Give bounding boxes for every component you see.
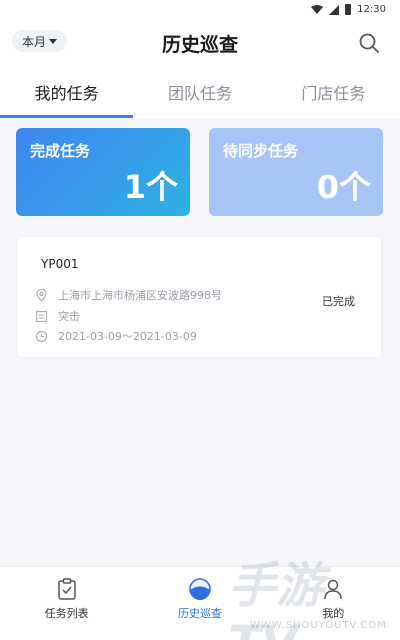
tab-team-tasks[interactable]: 团队任务: [133, 66, 266, 118]
status-bar: 12:30: [0, 0, 400, 22]
history-icon: [189, 578, 211, 600]
clipboard-check-icon: [57, 578, 76, 600]
pending-sync-card[interactable]: 待同步任务 0个: [209, 128, 383, 216]
user-icon: [324, 579, 343, 600]
signal-icon: [329, 4, 340, 15]
completed-tasks-card[interactable]: 完成任务 1个: [16, 128, 190, 216]
pending-sync-label: 待同步任务: [223, 142, 299, 160]
nav-label-me: 我的: [322, 607, 345, 620]
completed-tasks-label: 完成任务: [30, 142, 91, 160]
task-status-badge: 已完成: [322, 295, 355, 308]
location-pin-icon: [36, 288, 47, 302]
battery-icon: [345, 4, 352, 15]
bottom-nav: 任务列表 历史巡查 我的: [0, 566, 400, 640]
task-date-row: 2021-03-09～2021-03-09: [35, 328, 197, 344]
task-address: 上海市上海市杨浦区安波路998号: [58, 289, 222, 302]
status-indicators: 12:30: [311, 4, 386, 15]
task-tabs: 我的任务 团队任务 门店任务: [0, 66, 400, 118]
clock-icon: [35, 330, 48, 342]
task-id: YP001: [41, 257, 79, 271]
tab-my-tasks[interactable]: 我的任务: [0, 66, 134, 118]
task-date-range: 2021-03-09～2021-03-09: [58, 330, 197, 343]
nav-label-task-list: 任务列表: [44, 607, 89, 620]
task-type-row: 突击: [35, 308, 80, 324]
nav-item-history[interactable]: 历史巡查: [133, 567, 266, 640]
completed-tasks-count: 1个: [123, 168, 178, 206]
search-icon[interactable]: [358, 32, 380, 54]
pending-sync-count: 0个: [316, 168, 371, 206]
header: 本月 历史巡查: [0, 22, 400, 66]
nav-label-history: 历史巡查: [177, 607, 222, 620]
wifi-icon: [311, 5, 324, 14]
task-type: 突击: [58, 310, 80, 323]
nav-item-task-list[interactable]: 任务列表: [0, 567, 133, 640]
document-icon: [35, 310, 48, 322]
tab-store-tasks[interactable]: 门店任务: [267, 66, 400, 118]
page-title: 历史巡查: [161, 34, 238, 56]
task-card[interactable]: YP001 上海市上海市杨浦区安波路998号 突击 2021-03-09～202…: [16, 236, 382, 358]
status-time: 12:30: [357, 4, 386, 15]
nav-item-me[interactable]: 我的: [267, 567, 400, 640]
task-address-row: 上海市上海市杨浦区安波路998号: [35, 287, 222, 303]
